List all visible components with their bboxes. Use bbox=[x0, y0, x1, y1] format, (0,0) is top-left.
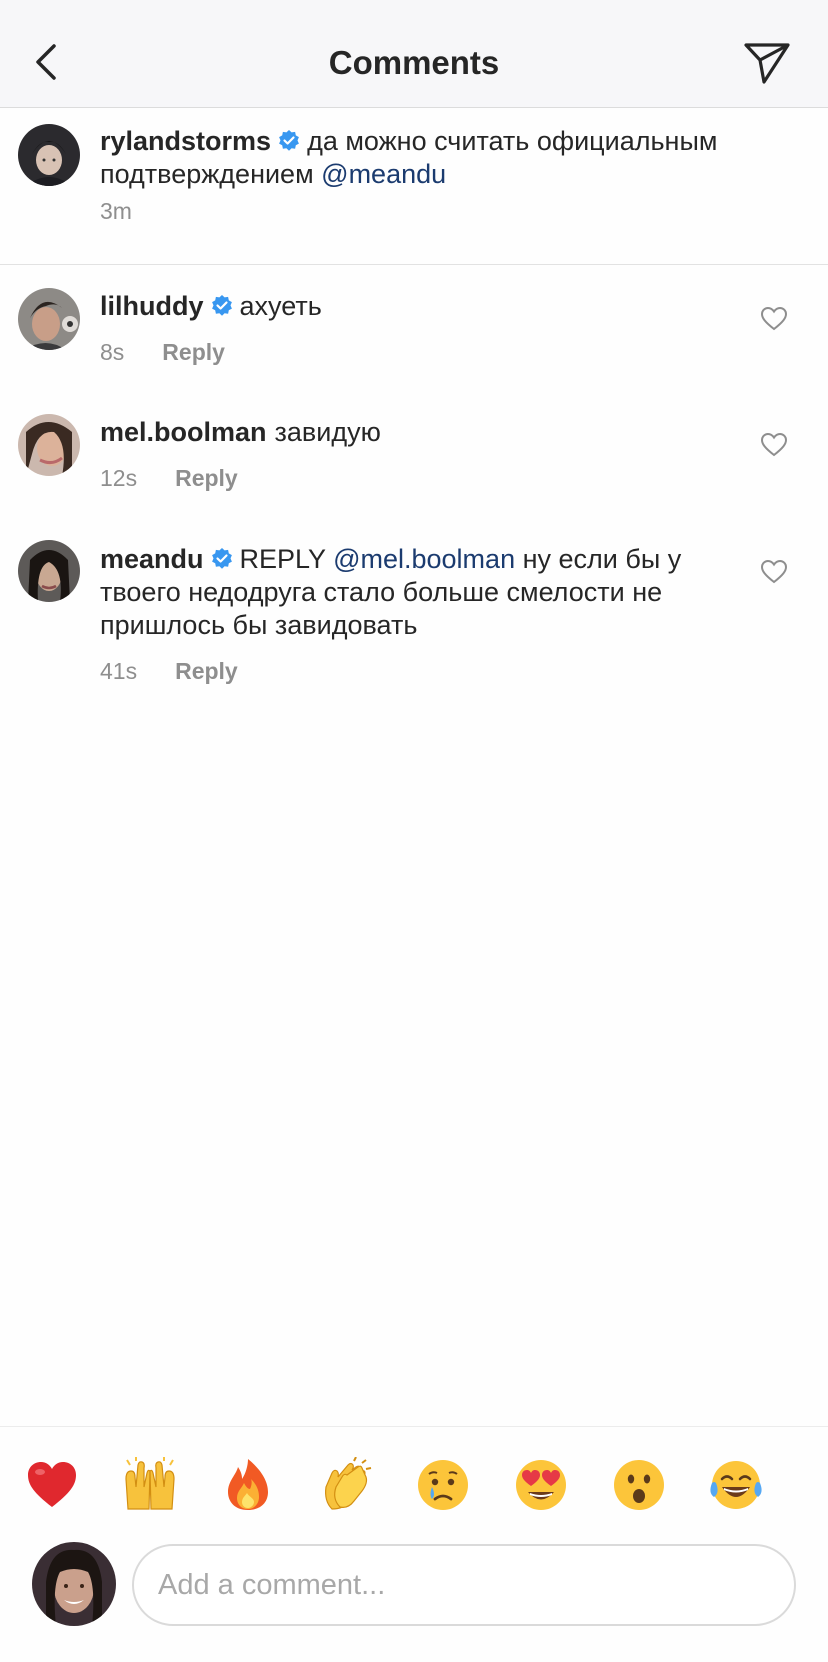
red-heart-emoji-icon[interactable] bbox=[24, 1457, 80, 1513]
mention-link[interactable]: @mel.boolman bbox=[333, 544, 515, 574]
avatar[interactable] bbox=[18, 124, 80, 186]
post-caption: rylandstorms да можно считать официальным… bbox=[0, 108, 828, 265]
add-comment-input[interactable] bbox=[132, 1544, 796, 1626]
comment-time: 41s bbox=[100, 658, 138, 684]
comment-username[interactable]: lilhuddy bbox=[100, 291, 204, 321]
fire-emoji-icon[interactable] bbox=[220, 1457, 276, 1513]
reply-button[interactable]: Reply bbox=[162, 339, 225, 365]
comment-meta: 41s Reply bbox=[100, 658, 238, 685]
avatar[interactable] bbox=[18, 288, 80, 350]
avatar[interactable] bbox=[18, 540, 80, 602]
avatar[interactable] bbox=[18, 414, 80, 476]
verified-badge-icon bbox=[279, 130, 299, 151]
like-heart-icon[interactable] bbox=[760, 306, 788, 332]
comment-text: mel.boolman завидую bbox=[100, 416, 740, 449]
emoji-quick-bar bbox=[0, 1426, 828, 1526]
reply-button[interactable]: Reply bbox=[175, 465, 238, 491]
verified-badge-icon bbox=[211, 295, 232, 316]
like-heart-icon[interactable] bbox=[760, 432, 788, 458]
comment-time: 12s bbox=[100, 465, 138, 491]
reply-prefix: REPLY bbox=[239, 544, 334, 574]
caption-time: 3m bbox=[100, 198, 132, 224]
comment-meta: 8s Reply bbox=[100, 339, 225, 366]
like-heart-icon[interactable] bbox=[760, 559, 788, 585]
comment-meta: 12s Reply bbox=[100, 465, 238, 492]
comment-time: 8s bbox=[100, 339, 125, 365]
crying-face-emoji-icon[interactable] bbox=[415, 1457, 471, 1513]
caption-text: rylandstorms да можно считать официальным… bbox=[100, 125, 790, 191]
heart-eyes-emoji-icon[interactable] bbox=[513, 1457, 569, 1513]
comment-composer bbox=[0, 1530, 828, 1662]
caption-username[interactable]: rylandstorms bbox=[100, 126, 271, 156]
reply-button[interactable]: Reply bbox=[175, 658, 238, 684]
verified-badge-icon bbox=[211, 548, 232, 569]
comment-username[interactable]: meandu bbox=[100, 544, 204, 574]
tears-of-joy-emoji-icon[interactable] bbox=[708, 1457, 764, 1513]
comment-text: lilhuddy ахуеть bbox=[100, 290, 740, 323]
mention-link[interactable]: @meandu bbox=[321, 159, 446, 189]
top-bar: Comments bbox=[0, 0, 828, 108]
raising-hands-emoji-icon[interactable] bbox=[122, 1457, 178, 1513]
current-user-avatar bbox=[32, 1542, 116, 1626]
surprised-face-emoji-icon[interactable] bbox=[611, 1457, 667, 1513]
page-title: Comments bbox=[328, 44, 500, 81]
paper-plane-icon[interactable] bbox=[742, 40, 792, 86]
clapping-hands-emoji-icon[interactable] bbox=[318, 1457, 374, 1513]
comment-body: ахуеть bbox=[239, 291, 322, 321]
comment-username[interactable]: mel.boolman bbox=[100, 417, 267, 447]
comment-body: завидую bbox=[274, 417, 381, 447]
comment-text: meandu REPLY @mel.boolman ну если бы у тв… bbox=[100, 543, 740, 642]
